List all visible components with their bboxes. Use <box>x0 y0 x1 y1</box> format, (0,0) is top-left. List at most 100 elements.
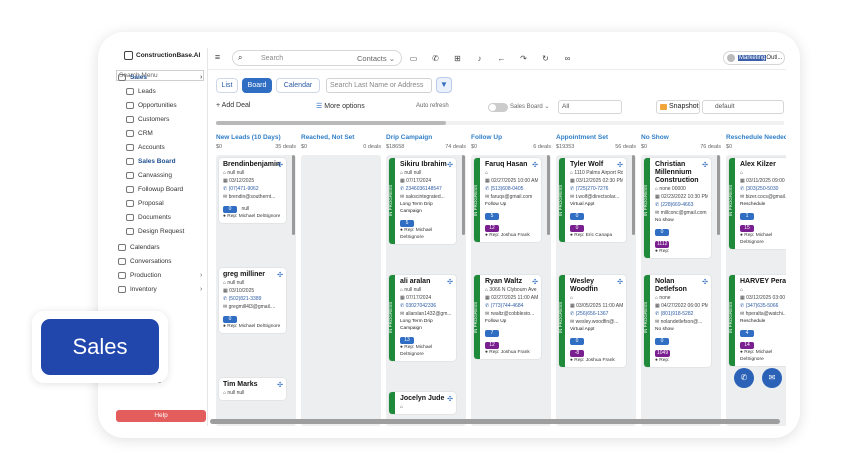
phone-fab-button[interactable]: ✆ <box>734 368 754 388</box>
move-icon[interactable]: ✣ <box>447 395 453 403</box>
email-line[interactable]: ✉ nolandetlefson@... <box>655 318 708 326</box>
user-menu[interactable]: MarketingOutl... <box>723 51 785 65</box>
board-scrollbar[interactable] <box>216 121 784 125</box>
add-icon[interactable]: ⊞ <box>452 53 463 64</box>
sidebar-item-production[interactable]: Production › <box>118 270 202 281</box>
phone-line[interactable]: ✆ (502)821-3389 <box>223 295 283 303</box>
deal-card[interactable]: IN PROGRESS ✣ Sikiru Ibrahim ⌂ null null ▦ 0… <box>389 158 456 244</box>
hamburger-menu-icon[interactable]: ≡ <box>212 52 223 63</box>
deal-card[interactable]: IN PROGRESS ✣ Faruq Hasan ⌂ ▦ 02/27/2025 10… <box>474 158 541 242</box>
back-arrow-icon[interactable]: ← <box>496 53 507 64</box>
phone-line[interactable]: ✆ (725)270-7276 <box>570 185 623 193</box>
email-line[interactable]: ✉ faruqs@gmail.com <box>485 193 538 201</box>
move-icon[interactable]: ✣ <box>277 271 283 279</box>
move-icon[interactable]: ✣ <box>532 278 538 286</box>
sidebar-item-opportunities[interactable]: Opportunities <box>126 100 177 111</box>
address-search-input[interactable]: Search Last Name or Address <box>326 78 432 93</box>
move-icon[interactable]: ✣ <box>702 161 708 169</box>
snapshot-button[interactable]: Snapshot <box>656 100 700 114</box>
deal-card[interactable]: IN PROGRESS ✣ Nolan Detlefson ⌂ none ▦ 04/27… <box>644 275 711 367</box>
sidebar-item-documents[interactable]: Documents <box>126 212 171 223</box>
email-line[interactable]: ✉ sakscintegrated... <box>400 193 453 201</box>
email-line[interactable]: ✉ hperalta@watchi... <box>740 310 786 318</box>
chat-fab-button[interactable]: ✉ <box>762 368 782 388</box>
phone-line[interactable]: ✆ (07)471-9062 <box>223 185 283 193</box>
sidebar-item-sales-board[interactable]: Sales Board <box>126 156 176 167</box>
global-search-input[interactable]: ⌕ Search Contacts ⌄ <box>232 50 402 66</box>
email-line[interactable]: ✉ brendin@southernt... <box>223 193 283 201</box>
move-icon[interactable]: ✣ <box>702 278 708 286</box>
redo-icon[interactable]: ↷ <box>518 53 529 64</box>
deal-card[interactable]: ✣ Tim Marks ⌂ null null <box>219 378 286 400</box>
move-icon[interactable]: ✣ <box>447 278 453 286</box>
contacts-dropdown[interactable]: Contacts ⌄ <box>357 54 395 63</box>
email-line[interactable]: ✉ millconc@gmail.com <box>655 209 708 217</box>
move-icon[interactable]: ✣ <box>617 278 623 286</box>
move-icon[interactable]: ✣ <box>532 161 538 169</box>
email-line[interactable]: ✉ wesley.woodfin@... <box>570 318 623 326</box>
tab-board[interactable]: Board <box>242 78 272 93</box>
column-scrollbar[interactable] <box>717 155 720 235</box>
email-line[interactable]: ✉ aliarslan1432@gm... <box>400 310 453 318</box>
sidebar-item-canvassing[interactable]: Canvassing <box>126 170 172 181</box>
column-scrollbar[interactable] <box>292 155 295 235</box>
deal-card[interactable]: IN PROGRESS ✣ Ryan Waltz ⌂ 3066 N Clybourn … <box>474 275 541 359</box>
move-icon[interactable]: ✣ <box>277 381 283 389</box>
sidebar-item-design-request[interactable]: Design Request <box>126 226 184 237</box>
phone-line[interactable]: ✆ (801)918-5282 <box>655 310 708 318</box>
sidebar-item-calendars[interactable]: Calendars <box>118 242 160 253</box>
phone-line[interactable]: ✆ (228)669-4663 <box>655 201 708 209</box>
chat-icon[interactable]: ▭ <box>408 53 419 64</box>
email-line[interactable]: ✉ rwaltz@cobblesto... <box>485 310 538 318</box>
deal-card[interactable]: IN PROGRESS✣Jocelyn Jude⌂ <box>389 392 456 414</box>
phone-line[interactable]: ✆ (256)656-1367 <box>570 310 623 318</box>
tab-list[interactable]: List <box>216 78 238 93</box>
phone-line[interactable]: ✆ (773)744-4684 <box>485 302 538 310</box>
deal-card[interactable]: IN PROGRESS ✣ ali aralan ⌂ null null ▦ 07/17… <box>389 275 456 361</box>
bottom-scrollbar[interactable] <box>210 419 780 424</box>
add-deal-button[interactable]: + Add Deal <box>216 102 250 109</box>
email-line[interactable]: ✉ bizer.cocs@gmail... <box>740 193 786 201</box>
phone-icon[interactable]: ✆ <box>430 53 441 64</box>
help-button[interactable]: Help <box>116 410 206 422</box>
phone-line[interactable]: ✆ (347)635-5066 <box>740 302 786 310</box>
sidebar-item-proposal[interactable]: Proposal <box>126 198 164 209</box>
email-line[interactable]: ✉ gregmill4l3@gmail.... <box>223 303 283 311</box>
phone-line[interactable]: ✆ (513)608-0405 <box>485 185 538 193</box>
sidebar-item-accounts[interactable]: Accounts <box>126 142 165 153</box>
sidebar-item-crm[interactable]: CRM <box>126 128 153 139</box>
column-scrollbar[interactable] <box>547 155 550 235</box>
email-line[interactable]: ✉ t.wolf@directsolar... <box>570 193 623 201</box>
deal-card[interactable]: IN PROGRESS✣HARVEY Peralt⌂ ▦ 03/12/2025 … <box>729 275 786 366</box>
deal-card[interactable]: IN PROGRESS ✣ Wesley Woodfin ⌂ ▦ 03/05/2025… <box>559 275 626 367</box>
sidebar-item-inventory[interactable]: Inventory › <box>118 284 202 295</box>
filter-icon[interactable]: ▼ <box>436 77 452 93</box>
phone-line[interactable]: ✆ (303)250-5030 <box>740 185 786 193</box>
sidebar-item-customers[interactable]: Customers <box>126 114 169 125</box>
deal-card[interactable]: ✣ greg milliner ⌂ null null ▦ 03/10/2025 ✆ (… <box>219 268 286 333</box>
glasses-icon[interactable]: ∞ <box>562 53 573 64</box>
sidebar-item-sales[interactable]: Sales › <box>118 72 202 83</box>
sales-board-toggle[interactable] <box>488 103 508 112</box>
move-icon[interactable]: ✣ <box>617 161 623 169</box>
column-scrollbar[interactable] <box>462 155 465 235</box>
sidebar-item-conversations[interactable]: Conversations <box>118 256 172 267</box>
sidebar-item-followup-board[interactable]: Followup Board <box>126 184 183 195</box>
column-scrollbar[interactable] <box>632 155 635 235</box>
move-icon[interactable]: ✣ <box>447 161 453 169</box>
refresh-icon[interactable]: ↻ <box>540 53 551 64</box>
deal-card[interactable]: ✣ Brendinbenjamin ⌂ null null ▦ 03/12/2025 ✆… <box>219 158 286 223</box>
bell-icon[interactable]: ♪ <box>474 53 485 64</box>
sidebar-item-leads[interactable]: Leads <box>126 86 156 97</box>
phone-line[interactable]: ✆ 03027042336 <box>400 302 453 310</box>
phone-line[interactable]: ✆ 2346036148547 <box>400 185 453 193</box>
deal-card[interactable]: IN PROGRESS ✣ Christian Millennium Constru… <box>644 158 711 258</box>
default-select[interactable]: default <box>702 100 784 114</box>
scrollbar-thumb[interactable] <box>216 121 446 125</box>
tab-calendar[interactable]: Calendar <box>276 78 320 93</box>
deal-card[interactable]: IN PROGRESS✣Alex Kilzer⌂ ▦ 03/11/2025 09… <box>729 158 786 249</box>
move-icon[interactable]: ✣ <box>277 161 283 169</box>
deal-card[interactable]: IN PROGRESS ✣ Tyler Wolf ⌂ 1110 Palms Airpo… <box>559 158 626 242</box>
more-options-button[interactable]: ☰ More options <box>316 102 365 110</box>
all-select[interactable]: All <box>558 100 622 114</box>
